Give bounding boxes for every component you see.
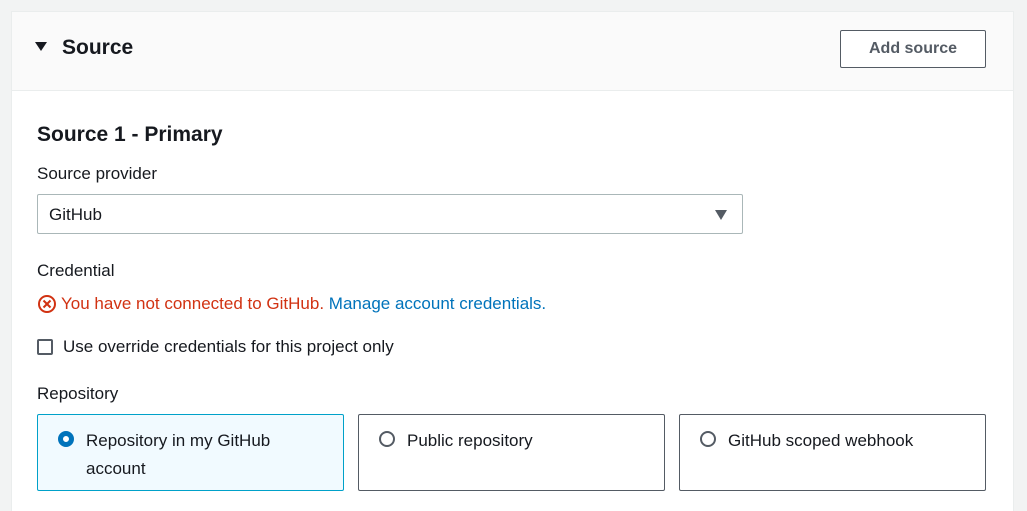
repo-option-label: Repository in my GitHub account (86, 431, 271, 478)
repo-option-my-account[interactable]: Repository in my GitHub account (37, 414, 344, 491)
override-credentials-row[interactable]: Use override credentials for this projec… (37, 336, 394, 358)
panel-title[interactable]: Source (62, 35, 133, 61)
manage-credentials-link[interactable]: Manage account credentials. (329, 294, 546, 313)
credential-label: Credential (37, 261, 115, 280)
panel-header: Source Add source (12, 12, 1013, 91)
radio-unselected-icon[interactable] (379, 431, 395, 447)
dropdown-arrow-icon (715, 210, 727, 220)
error-circle-x-icon (37, 294, 57, 320)
repo-option-scoped-webhook[interactable]: GitHub scoped webhook (679, 414, 986, 491)
section-title: Source 1 - Primary (37, 123, 223, 146)
add-source-button[interactable]: Add source (840, 30, 986, 68)
source-panel: Source Add source Source 1 - Primary Sou… (11, 11, 1014, 511)
credential-error: You have not connected to GitHub. Manage… (37, 293, 546, 315)
repository-label: Repository (37, 384, 119, 403)
source-provider-value: GitHub (49, 205, 102, 224)
source-provider-select[interactable]: GitHub (37, 194, 743, 234)
repo-option-public[interactable]: Public repository (358, 414, 665, 491)
repo-option-label: Public repository (407, 431, 533, 450)
caret-down-icon[interactable] (35, 42, 47, 51)
override-credentials-checkbox[interactable] (37, 339, 53, 355)
repo-option-label: GitHub scoped webhook (728, 431, 914, 450)
error-message: You have not connected to GitHub. (61, 294, 325, 313)
override-credentials-label: Use override credentials for this projec… (63, 337, 394, 356)
radio-unselected-icon[interactable] (700, 431, 716, 447)
radio-selected-icon[interactable] (58, 431, 74, 447)
source-provider-label: Source provider (37, 164, 158, 183)
